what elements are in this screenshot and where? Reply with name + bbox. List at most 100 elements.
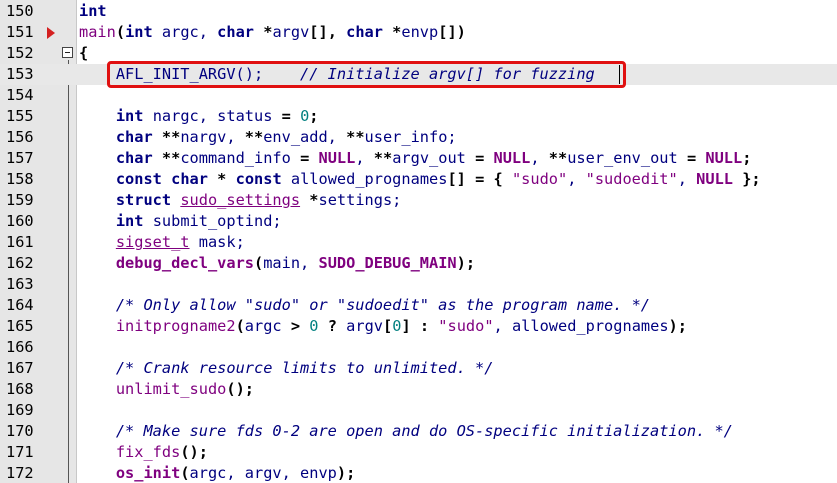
code-line[interactable]: 166: [0, 337, 837, 358]
line-number: 157: [6, 149, 34, 167]
line-number: 160: [6, 212, 34, 230]
code-line[interactable]: 158 const char * const allowed_prognames…: [0, 169, 837, 190]
line-number: 168: [6, 380, 34, 398]
code-token: ] :: [401, 317, 439, 335]
line-number: 163: [6, 275, 34, 293]
code-editor[interactable]: 150 int 151 main(int argc, char *argv[], ch…: [0, 0, 837, 483]
code-line[interactable]: 167 /* Crank resource limits to unlimite…: [0, 358, 837, 379]
line-number: 162: [6, 254, 34, 272]
code-token: , allowed_prognames: [493, 317, 669, 335]
line-number: 164: [6, 296, 34, 314]
code-token: [],: [309, 23, 347, 41]
code-line[interactable]: 150 int: [0, 1, 837, 22]
code-token: [: [383, 317, 393, 335]
line-number: 170: [6, 422, 34, 440]
code-text[interactable]: /* Make sure fds 0-2 are open and do OS-…: [79, 421, 733, 442]
code-token: ?: [318, 317, 347, 335]
code-text[interactable]: os_init(argc, argv, envp);: [79, 463, 355, 483]
code-token: (: [254, 254, 264, 272]
code-text[interactable]: main(int argc, char *argv[], char *envp[…: [79, 22, 466, 43]
code-line[interactable]: 171 fix_fds();: [0, 442, 837, 463]
code-token: main: [79, 23, 116, 41]
line-number: 156: [6, 128, 34, 146]
code-text[interactable]: char **command_info = NULL, **argv_out =…: [79, 148, 752, 169]
code-token: settings;: [318, 191, 402, 209]
code-text[interactable]: debug_decl_vars(main, SUDO_DEBUG_MAIN);: [79, 253, 475, 274]
code-token: argv_out: [392, 149, 476, 167]
highlight-annotation-box: [107, 61, 626, 88]
code-token: =: [300, 149, 310, 167]
code-token: 0: [309, 317, 319, 335]
code-token: (: [235, 317, 245, 335]
code-line[interactable]: 164 /* Only allow "sudo" or "sudoedit" a…: [0, 295, 837, 316]
code-token: (: [180, 464, 190, 482]
code-line[interactable]: 168 unlimit_sudo();: [0, 379, 837, 400]
code-text[interactable]: fix_fds();: [79, 442, 208, 463]
code-token: argv: [272, 23, 310, 41]
line-number: 155: [6, 107, 34, 125]
code-token: =: [281, 107, 291, 125]
line-number: 161: [6, 233, 34, 251]
code-text[interactable]: char **nargv, **env_add, **user_info;: [79, 127, 457, 148]
code-token: nargv,: [180, 128, 245, 146]
code-line[interactable]: 163: [0, 274, 837, 295]
code-token: const: [235, 170, 282, 188]
code-token: ;: [309, 107, 319, 125]
code-line[interactable]: 159 struct sudo_settings *settings;: [0, 190, 837, 211]
code-line[interactable]: 160 int submit_optind;: [0, 211, 837, 232]
code-line[interactable]: 151 main(int argc, char *argv[], char *en…: [0, 22, 837, 43]
code-line[interactable]: 157 char **command_info = NULL, **argv_o…: [0, 148, 837, 169]
code-line[interactable]: 162 debug_decl_vars(main, SUDO_DEBUG_MAI…: [0, 253, 837, 274]
line-number: 151: [6, 23, 34, 41]
code-token: nargc, status: [143, 107, 282, 125]
code-line[interactable]: 170 /* Make sure fds 0-2 are open and do…: [0, 421, 837, 442]
code-token: [] = {: [447, 170, 503, 188]
code-token: NULL: [318, 149, 356, 167]
code-text[interactable]: int submit_optind;: [79, 211, 282, 232]
line-number: 154: [6, 86, 34, 104]
code-line[interactable]: 172 os_init(argc, argv, envp);: [0, 463, 837, 483]
code-token: struct: [115, 191, 172, 209]
code-token: **: [373, 149, 393, 167]
code-line[interactable]: 155 int nargc, status = 0;: [0, 106, 837, 127]
line-number: 166: [6, 338, 34, 356]
code-text[interactable]: {: [79, 43, 88, 64]
code-token: unlimit_sudo: [115, 380, 227, 398]
code-token: char: [171, 170, 208, 188]
code-token: argc: [244, 317, 291, 335]
code-text[interactable]: const char * const allowed_prognames[] =…: [79, 169, 761, 190]
code-text[interactable]: initprogname2(argc > 0 ? argv[0] : "sudo…: [79, 316, 687, 337]
code-text[interactable]: unlimit_sudo();: [79, 379, 254, 400]
code-token: command_info: [180, 149, 301, 167]
code-text[interactable]: struct sudo_settings *settings;: [79, 190, 402, 211]
code-line[interactable]: 169: [0, 400, 837, 421]
code-token: const: [115, 170, 162, 188]
breakpoint-arrow-icon[interactable]: [47, 27, 55, 39]
code-text[interactable]: /* Only allow "sudo" or "sudoedit" as th…: [79, 295, 650, 316]
code-token: /* Crank resource limits to unlimited. *…: [115, 359, 494, 377]
code-token: submit_optind;: [143, 212, 282, 230]
code-token: []): [438, 23, 466, 41]
code-text[interactable]: /* Crank resource limits to unlimited. *…: [79, 358, 494, 379]
code-token: ,: [677, 170, 697, 188]
code-token: sigset_t: [115, 233, 190, 251]
code-token: int: [125, 23, 153, 41]
code-text[interactable]: sigset_t mask;: [79, 232, 245, 253]
code-token: NULL: [705, 149, 743, 167]
code-line[interactable]: 156 char **nargv, **env_add, **user_info…: [0, 127, 837, 148]
code-line[interactable]: 154: [0, 85, 837, 106]
code-token: user_env_out: [567, 149, 687, 167]
code-line[interactable]: 161 sigset_t mask;: [0, 232, 837, 253]
fold-minus-icon[interactable]: [62, 47, 73, 58]
code-text[interactable]: int: [79, 1, 107, 22]
code-text[interactable]: int nargc, status = 0;: [79, 106, 319, 127]
code-line[interactable]: 165 initprogname2(argc > 0 ? argv[0] : "…: [0, 316, 837, 337]
